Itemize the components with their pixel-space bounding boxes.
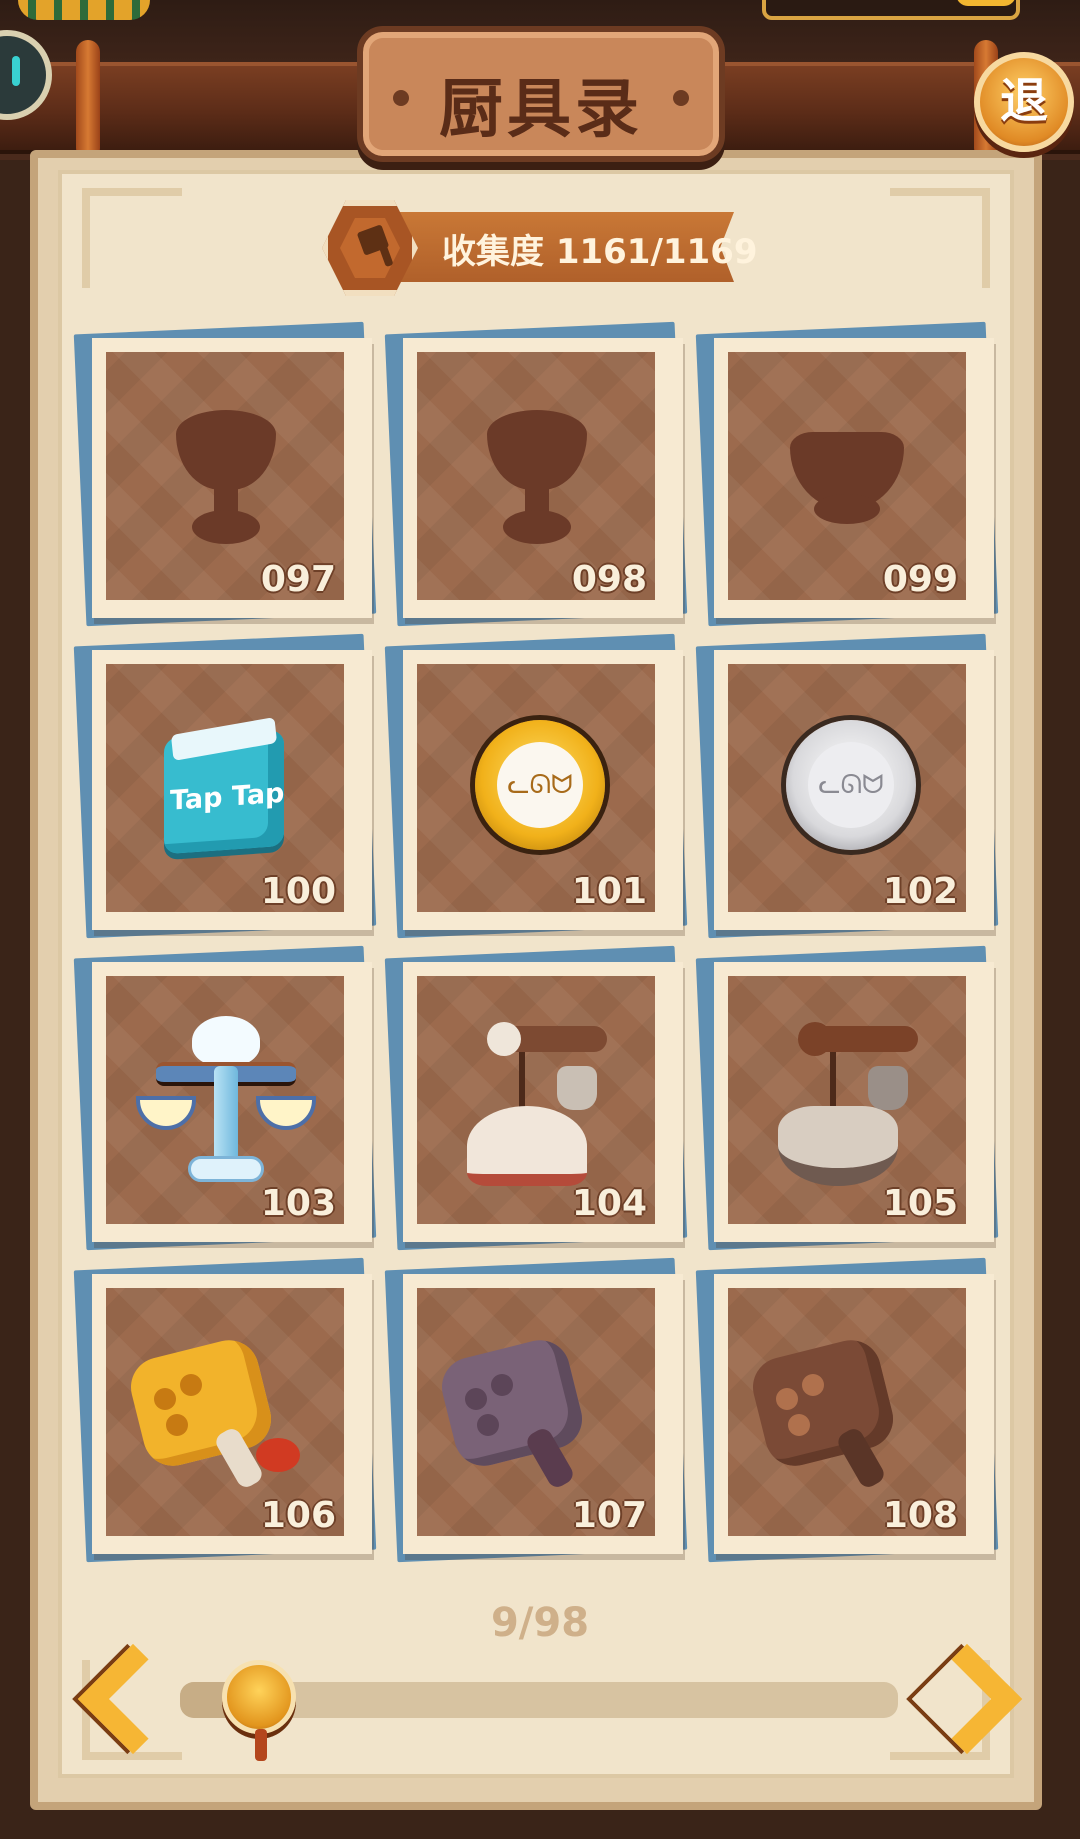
locked-bowl-silhouette-icon xyxy=(790,432,904,532)
item-card[interactable]: 099 xyxy=(695,321,999,627)
item-card[interactable]: 098 xyxy=(384,321,688,627)
item-card[interactable]: ᓚᘏᗢ 102 xyxy=(695,633,999,939)
silver-cat-coin-icon: ᓚᘏᗢ xyxy=(786,720,916,850)
item-card[interactable]: 097 xyxy=(73,321,377,627)
item-number: 100 xyxy=(260,871,336,912)
gold-cat-coin-icon: ᓚᘏᗢ xyxy=(475,720,605,850)
resource-counter xyxy=(762,0,1020,20)
item-card[interactable]: 107 xyxy=(384,1257,688,1563)
item-card[interactable]: ᓚᘏᗢ 101 xyxy=(384,633,688,939)
item-number: 108 xyxy=(882,1495,958,1536)
page-title: 厨具录 xyxy=(439,73,643,147)
corner-knot xyxy=(890,188,990,288)
brown-meat-hammer-icon xyxy=(746,1333,938,1498)
item-number: 097 xyxy=(260,559,336,600)
corner-ornament xyxy=(18,0,150,20)
item-number: 103 xyxy=(260,1183,336,1224)
left-pillar xyxy=(76,40,100,160)
steelyard-sack-icon xyxy=(457,1016,627,1196)
title-plaque: 厨具录 xyxy=(357,26,725,162)
item-card[interactable]: 106 xyxy=(73,1257,377,1563)
item-card[interactable]: 104 xyxy=(384,945,688,1251)
purple-meat-hammer-icon xyxy=(435,1333,627,1498)
page-slider-knob[interactable] xyxy=(221,1660,296,1761)
prev-page-button[interactable] xyxy=(74,1648,146,1744)
collection-label: 收集度 1161/1169 xyxy=(442,232,758,272)
item-number: 104 xyxy=(571,1183,647,1224)
item-grid: 097 098 099 Tap Tap 100 ᓚᘏᗢ 101 ᓚᘏᗢ 102 … xyxy=(73,321,999,1576)
page-indicator: 9/98 xyxy=(490,1600,590,1646)
item-number: 105 xyxy=(882,1183,958,1224)
item-number: 107 xyxy=(571,1495,647,1536)
locked-cup-silhouette-icon xyxy=(176,410,276,550)
resource-icon xyxy=(956,0,1016,6)
taptap-label: Tap Tap xyxy=(170,777,285,817)
item-number: 106 xyxy=(260,1495,336,1536)
golden-meat-hammer-icon xyxy=(124,1333,316,1498)
next-page-button[interactable] xyxy=(934,1648,1006,1744)
steelyard-basket-icon xyxy=(768,1016,938,1196)
locked-cup-silhouette-icon xyxy=(487,410,587,550)
taptap-box-icon: Tap Tap xyxy=(164,717,285,855)
item-card[interactable]: Tap Tap 100 xyxy=(73,633,377,939)
item-number: 098 xyxy=(571,559,647,600)
item-number: 099 xyxy=(882,559,958,600)
item-card[interactable]: 103 xyxy=(73,945,377,1251)
cloud-balance-scale-icon xyxy=(136,1016,316,1186)
item-card[interactable]: 105 xyxy=(695,945,999,1251)
item-number: 101 xyxy=(571,871,647,912)
exit-button[interactable]: 退 xyxy=(974,52,1074,152)
corner-knot xyxy=(82,188,182,288)
item-number: 102 xyxy=(882,871,958,912)
item-card[interactable]: 108 xyxy=(695,1257,999,1563)
